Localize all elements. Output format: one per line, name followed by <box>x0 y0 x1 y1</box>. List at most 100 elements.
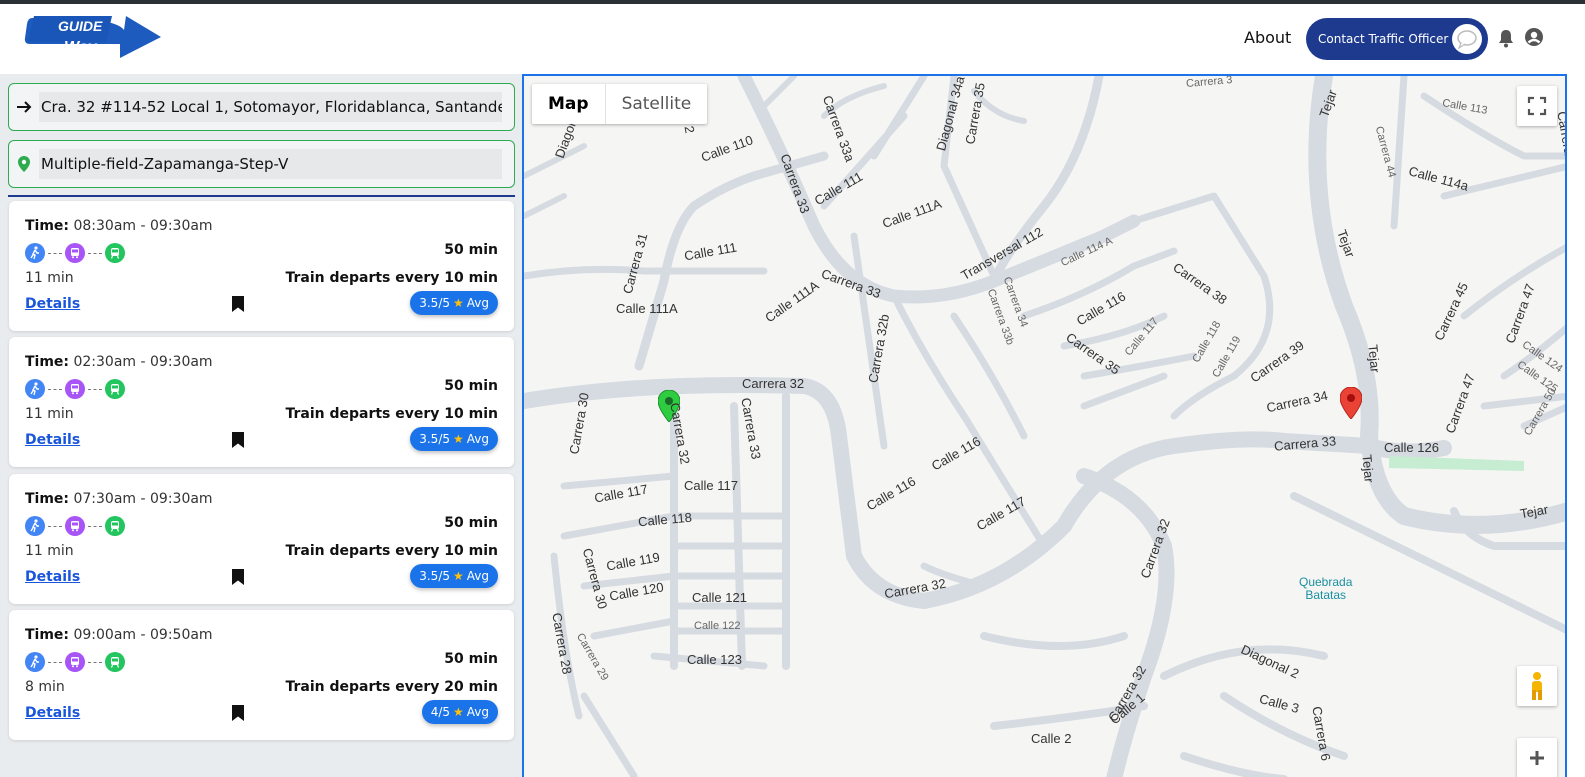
guideway-logo[interactable]: GUIDE Way <box>24 12 166 70</box>
route-modes <box>25 379 125 399</box>
bookmark-icon[interactable] <box>232 432 244 448</box>
route-time-value: 09:00am - 09:50am <box>73 627 213 643</box>
map-type-satellite-button[interactable]: Satellite <box>604 84 708 124</box>
map-label: Calle 117 <box>684 478 738 493</box>
destination-input[interactable]: Multiple-field-Zapamanga-Step-V <box>39 149 502 179</box>
route-card[interactable]: Time: 02:30am - 09:30am 50 min 11 min Tr… <box>9 337 514 467</box>
route-frequency: Train departs every 20 min <box>285 679 498 695</box>
route-details-link[interactable]: Details <box>25 569 80 585</box>
star-icon: ★ <box>453 705 464 719</box>
bookmark-icon[interactable] <box>232 569 244 585</box>
train-icon <box>105 652 125 672</box>
account-icon[interactable] <box>1524 27 1546 49</box>
fullscreen-icon[interactable] <box>1517 86 1557 126</box>
mode-connector <box>48 252 62 254</box>
route-rating-value: 3.5/5 <box>419 569 450 583</box>
route-time-label: Time: <box>25 218 70 234</box>
star-icon: ★ <box>453 569 464 583</box>
map-view[interactable]: Calle 110 Calle 111 Calle 111 Calle 111A… <box>522 74 1567 777</box>
route-time-label: Time: <box>25 354 70 370</box>
train-icon <box>105 243 125 263</box>
route-duration: 50 min <box>444 378 498 394</box>
bus-icon <box>65 379 85 399</box>
route-sidebar: Cra. 32 #114-52 Local 1, Sotomayor, Flor… <box>0 74 522 777</box>
mode-connector <box>48 661 62 663</box>
sidebar-divider <box>8 195 515 197</box>
route-duration: 50 min <box>444 242 498 258</box>
route-time: Time: 09:00am - 09:50am <box>25 627 213 643</box>
logo-line1: GUIDE <box>58 18 103 34</box>
route-rating-value: 3.5/5 <box>419 432 450 446</box>
arrow-right-icon <box>9 100 39 114</box>
route-card[interactable]: Time: 09:00am - 09:50am 50 min 8 min Tra… <box>9 610 514 740</box>
route-walk-duration: 11 min <box>25 270 74 286</box>
destination-field[interactable]: Multiple-field-Zapamanga-Step-V <box>8 140 515 188</box>
route-card[interactable]: Time: 07:30am - 09:30am 50 min 11 min Tr… <box>9 474 514 604</box>
map-label: Calle 122 <box>694 620 741 632</box>
route-time-value: 07:30am - 09:30am <box>73 491 213 507</box>
bus-icon <box>65 243 85 263</box>
bell-icon[interactable] <box>1497 28 1517 50</box>
route-frequency: Train departs every 10 min <box>285 270 498 286</box>
origin-field[interactable]: Cra. 32 #114-52 Local 1, Sotomayor, Flor… <box>8 83 515 131</box>
route-rating-badge: 3.5/5 ★ Avg <box>410 427 498 451</box>
origin-input[interactable]: Cra. 32 #114-52 Local 1, Sotomayor, Flor… <box>39 92 502 122</box>
route-details-link[interactable]: Details <box>25 296 80 312</box>
route-duration: 50 min <box>444 515 498 531</box>
about-link[interactable]: About <box>1244 28 1291 47</box>
app-header: GUIDE Way About Contact Traffic Officer <box>0 4 1585 74</box>
route-rating-badge: 3.5/5 ★ Avg <box>410 291 498 315</box>
route-walk-duration: 11 min <box>25 406 74 422</box>
walk-icon <box>25 516 45 536</box>
route-time: Time: 02:30am - 09:30am <box>25 354 213 370</box>
route-modes <box>25 243 125 263</box>
route-frequency: Train departs every 10 min <box>285 406 498 422</box>
bookmark-icon[interactable] <box>232 296 244 312</box>
route-time-value: 08:30am - 09:30am <box>73 218 213 234</box>
route-time-label: Time: <box>25 491 70 507</box>
route-modes <box>25 516 125 536</box>
mode-connector <box>48 525 62 527</box>
route-rating-badge: 4/5 ★ Avg <box>421 700 498 724</box>
route-time: Time: 07:30am - 09:30am <box>25 491 213 507</box>
mode-connector <box>48 388 62 390</box>
train-icon <box>105 379 125 399</box>
map-label: Batatas <box>1305 588 1347 602</box>
route-rating-suffix: Avg <box>466 432 489 446</box>
route-rating-suffix: Avg <box>466 705 489 719</box>
map-label: Tejar <box>1359 453 1377 484</box>
route-rating-value: 3.5/5 <box>419 296 450 310</box>
route-walk-duration: 8 min <box>25 679 65 695</box>
bus-icon <box>65 516 85 536</box>
map-label: Calle 123 <box>687 652 742 667</box>
map-label: Calle 2 <box>1031 731 1072 746</box>
route-modes <box>25 652 125 672</box>
route-time: Time: 08:30am - 09:30am <box>25 218 213 234</box>
walk-icon <box>25 379 45 399</box>
bus-icon <box>65 652 85 672</box>
route-walk-duration: 11 min <box>25 543 74 559</box>
mode-connector <box>88 388 102 390</box>
contact-button-label: Contact Traffic Officer <box>1318 32 1449 46</box>
map-type-map-button[interactable]: Map <box>532 84 605 124</box>
route-time-label: Time: <box>25 627 70 643</box>
map-label: Calle 126 <box>1384 440 1439 455</box>
location-pin-icon <box>9 156 39 172</box>
pegman-icon[interactable] <box>1517 666 1557 706</box>
contact-traffic-officer-button[interactable]: Contact Traffic Officer <box>1306 18 1488 60</box>
mode-connector <box>88 252 102 254</box>
mode-connector <box>88 661 102 663</box>
bookmark-icon[interactable] <box>232 705 244 721</box>
zoom-in-icon[interactable] <box>1517 738 1557 777</box>
route-details-link[interactable]: Details <box>25 705 80 721</box>
walk-icon <box>25 652 45 672</box>
chat-icon <box>1452 24 1482 54</box>
route-rating-suffix: Avg <box>466 569 489 583</box>
train-icon <box>105 516 125 536</box>
star-icon: ★ <box>453 296 464 310</box>
destination-pin-icon[interactable] <box>1339 386 1363 423</box>
map-label: Calle 121 <box>692 590 747 605</box>
route-card[interactable]: Time: 08:30am - 09:30am 50 min 11 min Tr… <box>9 201 514 331</box>
walk-icon <box>25 243 45 263</box>
route-details-link[interactable]: Details <box>25 432 80 448</box>
